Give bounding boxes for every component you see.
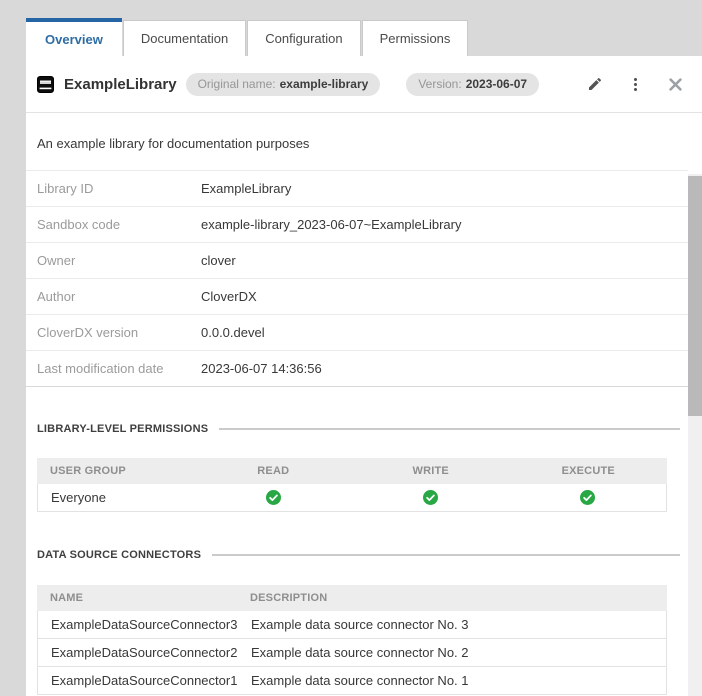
more-actions-button[interactable] [627,75,643,93]
detail-row-author: Author CloverDX [26,278,688,314]
version-value: 2023-06-07 [465,77,528,91]
overview-content: An example library for documentation pur… [26,114,688,696]
detail-value: example-library_2023-06-07~ExampleLibrar… [201,217,462,232]
section-rule [212,554,680,556]
col-name: NAME [50,592,84,604]
edit-button[interactable] [587,75,603,93]
tab-overview[interactable]: Overview [26,18,122,56]
col-write: WRITE [412,465,449,477]
detail-label: Owner [37,253,76,268]
check-circle-icon [266,490,281,505]
tab-configuration[interactable]: Configuration [247,20,361,56]
col-execute: EXECUTE [561,465,615,477]
detail-value: CloverDX [201,289,257,304]
user-group-cell: Everyone [51,490,106,505]
original-name-value: example-library [279,77,369,91]
detail-row-library-id: Library ID ExampleLibrary [26,170,688,206]
permissions-section-header: LIBRARY-LEVEL PERMISSIONS [37,422,688,436]
close-button[interactable] [667,75,683,93]
connectors-section-title: DATA SOURCE CONNECTORS [37,549,202,561]
check-circle-icon [423,490,438,505]
detail-value: ExampleLibrary [201,181,292,196]
detail-value: 0.0.0.devel [201,325,265,340]
connector-name: ExampleDataSourceConnector3 [51,617,238,632]
panel-header: ExampleLibrary Original name: example-li… [26,56,702,113]
connector-row[interactable]: ExampleDataSourceConnector1 Example data… [37,667,667,695]
execute-granted-cell [509,490,666,505]
library-description: An example library for documentation pur… [37,136,310,151]
detail-row-cloverdx-version: CloverDX version 0.0.0.devel [26,314,688,350]
detail-label: Author [37,289,76,304]
check-circle-icon [580,490,595,505]
tab-bar: Overview Documentation Configuration Per… [26,18,469,56]
connector-row[interactable]: ExampleDataSourceConnector3 Example data… [37,611,667,639]
vertical-scrollbar[interactable] [688,174,702,696]
detail-row-last-modification: Last modification date 2023-06-07 14:36:… [26,350,688,386]
col-description: DESCRIPTION [250,592,328,604]
close-icon [668,77,682,91]
section-rule [219,428,680,430]
permissions-table-header: USER GROUP READ WRITE EXECUTE [37,458,667,484]
pencil-edit-icon [589,77,602,90]
connectors-table: NAME DESCRIPTION ExampleDataSourceConnec… [37,585,667,695]
col-read: READ [257,465,290,477]
detail-value: 2023-06-07 14:36:56 [201,361,322,376]
original-name-label: Original name: [197,77,276,91]
connector-row[interactable]: ExampleDataSourceConnector2 Example data… [37,639,667,667]
detail-row-sandbox-code: Sandbox code example-library_2023-06-07~… [26,206,688,242]
original-name-badge: Original name: example-library [185,72,381,96]
kebab-menu-icon [633,77,637,81]
detail-value: clover [201,253,236,268]
connector-description: Example data source connector No. 1 [251,673,469,688]
permissions-row-everyone: Everyone [37,484,667,512]
connector-description: Example data source connector No. 2 [251,645,469,660]
version-badge: Version: 2023-06-07 [406,72,540,96]
detail-label: Library ID [37,181,94,196]
scrollbar-thumb[interactable] [688,176,702,416]
connector-name: ExampleDataSourceConnector2 [51,645,238,660]
connectors-table-header: NAME DESCRIPTION [37,585,667,611]
library-title: ExampleLibrary [64,75,177,93]
col-user-group: USER GROUP [50,465,126,477]
write-granted-cell [352,490,509,505]
header-actions [587,75,702,93]
connector-name: ExampleDataSourceConnector1 [51,673,238,688]
library-details-list: Library ID ExampleLibrary Sandbox code e… [26,170,688,387]
permissions-section-title: LIBRARY-LEVEL PERMISSIONS [37,423,209,435]
version-label: Version: [418,77,462,91]
tab-permissions[interactable]: Permissions [361,20,469,56]
library-detail-panel: ExampleLibrary Original name: example-li… [26,56,702,696]
library-book-icon [37,75,54,93]
read-granted-cell [195,490,352,505]
detail-label: CloverDX version [37,325,139,340]
connectors-section-header: DATA SOURCE CONNECTORS [37,548,688,562]
connector-description: Example data source connector No. 3 [251,617,469,632]
detail-label: Last modification date [37,361,164,376]
permissions-table: USER GROUP READ WRITE EXECUTE Everyone [37,458,667,512]
detail-label: Sandbox code [37,217,121,232]
detail-row-owner: Owner clover [26,242,688,278]
tab-documentation[interactable]: Documentation [122,20,247,56]
